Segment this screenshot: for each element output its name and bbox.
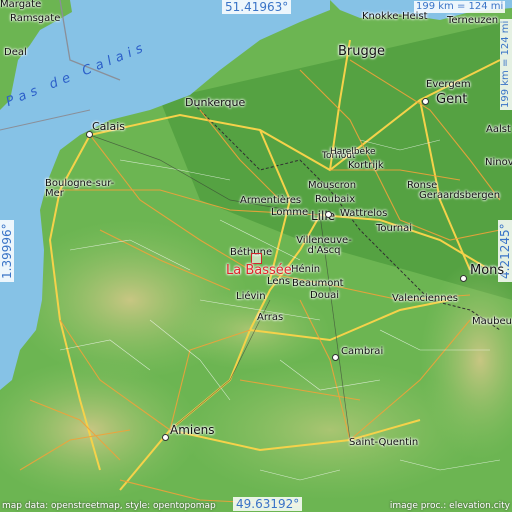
place-label: Mouscron — [308, 180, 357, 191]
place-label: Kortrijk — [348, 160, 384, 171]
place-label: Ramsgate — [10, 13, 61, 24]
place-label: Saint-Quentin — [349, 437, 419, 448]
place-label: Armentières — [240, 195, 302, 206]
place-label: Wattrelos — [340, 208, 388, 219]
coord-bottom: 49.63192° — [233, 497, 303, 511]
place-label: Arras — [257, 312, 284, 323]
map-credit: map data: openstreetmap, style: opentopo… — [2, 501, 216, 511]
city-marker — [162, 434, 169, 441]
place-label: Evergem — [426, 79, 471, 90]
place-label: Terneuzen — [447, 15, 499, 26]
city-marker — [332, 354, 339, 361]
city-marker — [325, 211, 332, 218]
image-credit: image proc.: elevation.city — [389, 501, 510, 511]
place-label: Geraardsbergen — [419, 190, 501, 201]
city-marker — [460, 275, 467, 282]
coord-top: 51.41963° — [222, 0, 292, 14]
city-marker — [422, 98, 429, 105]
city-marker — [86, 131, 93, 138]
place-label: Knokke-Heist — [362, 11, 428, 22]
place-label: Liévin — [236, 291, 266, 302]
place-label: Amiens — [170, 423, 215, 437]
place-label: Calais — [92, 120, 126, 133]
place-label: Ninove — [485, 157, 512, 168]
place-label: Boulogne-sur-Mer — [45, 178, 115, 199]
place-label: Tournai — [376, 223, 413, 234]
place-label: Gent — [436, 92, 468, 107]
place-label: Brugge — [338, 44, 386, 59]
place-label: Lomme — [271, 207, 309, 218]
place-label: Douai — [310, 290, 340, 301]
place-label: Margate — [0, 0, 42, 10]
focus-city-label: La Bassée — [226, 263, 292, 278]
place-label: Lens — [267, 276, 291, 287]
scale-vertical: 199 km = 124 mi — [500, 18, 512, 110]
place-label: Valenciennes — [392, 293, 458, 304]
coord-left: 1.39996° — [0, 220, 14, 282]
place-label: Beaumont — [292, 278, 344, 289]
place-label: Deal — [4, 47, 27, 58]
place-label: Mons — [470, 263, 505, 278]
place-label: Hénin — [291, 264, 321, 275]
place-label: Dunkerque — [185, 96, 246, 109]
place-label: Villeneuve-d'Ascq — [296, 235, 352, 256]
map-view[interactable]: Pas de Calais 51.41963° 49.63192° 1.3999… — [0, 0, 512, 512]
place-label: Roubaix — [315, 194, 356, 205]
place-label: Maubeuge — [472, 316, 512, 327]
place-label: Aalst — [486, 124, 511, 135]
place-label: Cambrai — [341, 346, 384, 357]
place-label: Harelbeke — [330, 147, 376, 157]
